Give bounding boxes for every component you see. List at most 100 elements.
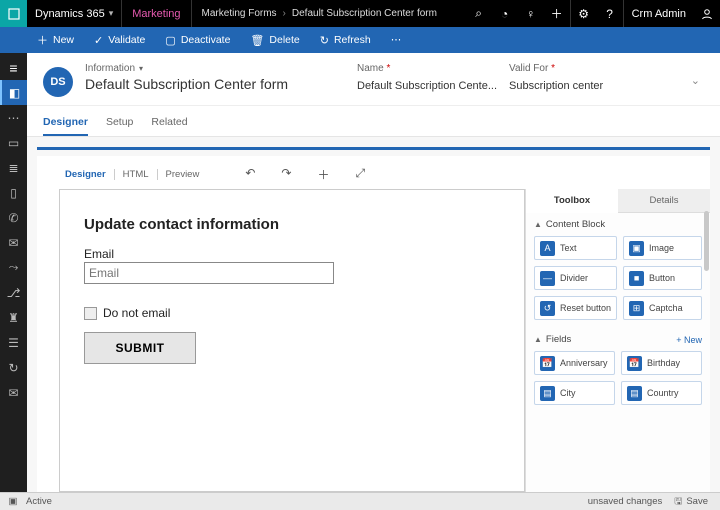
checkbox-icon: [84, 307, 97, 320]
tool-label: Divider: [560, 273, 588, 283]
nav-item[interactable]: ↻: [0, 355, 27, 380]
unsaved-indicator: unsaved changes: [582, 496, 668, 507]
section-content-block[interactable]: ▲Content Block: [526, 213, 710, 232]
field-country[interactable]: ▤ Country: [621, 381, 702, 405]
chevron-down-icon: ▾: [109, 8, 114, 19]
more-commands[interactable]: ⋯: [381, 34, 414, 46]
tool-label: Text: [560, 243, 577, 253]
tool-label: Anniversary: [560, 358, 608, 368]
save-button[interactable]: 🖫Save: [668, 494, 714, 510]
nav-item[interactable]: ♜: [0, 305, 27, 330]
brand-label: Dynamics 365: [35, 8, 105, 20]
tool-button[interactable]: ■Button: [623, 266, 702, 290]
tool-label: Birthday: [647, 358, 680, 368]
tool-captcha[interactable]: ⊞ Captcha: [623, 296, 702, 320]
tool-label: Reset button: [560, 303, 611, 313]
nav-item[interactable]: ✉: [0, 380, 27, 405]
nav-item-more[interactable]: ⋯: [0, 105, 27, 130]
email-field[interactable]: [84, 262, 334, 284]
nav-item[interactable]: ✉: [0, 230, 27, 255]
undo-icon[interactable]: ↶: [245, 166, 255, 183]
app-launcher-tile[interactable]: [0, 0, 27, 27]
nav-item[interactable]: ⎇: [0, 280, 27, 305]
tool-icon: ■: [629, 271, 644, 286]
check-icon: ✓: [94, 34, 103, 47]
scrollbar-thumb[interactable]: [704, 211, 709, 271]
tool-label: Country: [647, 388, 679, 398]
field-label-validfor: Valid For *: [509, 63, 639, 74]
field-label-name: Name *: [357, 63, 497, 74]
tool-icon: —: [540, 271, 555, 286]
breadcrumb-item[interactable]: Default Subscription Center form: [292, 8, 437, 19]
refresh-button[interactable]: ↻Refresh: [310, 27, 381, 53]
tab-related[interactable]: Related: [151, 112, 187, 136]
add-element-icon[interactable]: ＋: [317, 166, 329, 183]
form-heading: Update contact information: [84, 216, 500, 233]
tool-label: Image: [649, 243, 674, 253]
tool-icon: ↺: [540, 301, 555, 316]
nav-item[interactable]: ▯: [0, 180, 27, 205]
panel-tab-details[interactable]: Details: [618, 189, 710, 213]
user-name[interactable]: Crm Admin: [624, 8, 694, 20]
tool-divider[interactable]: — Divider: [534, 266, 617, 290]
new-button[interactable]: ＋New: [27, 27, 84, 53]
tab-setup[interactable]: Setup: [106, 112, 133, 136]
fullscreen-icon[interactable]: ⤢: [355, 166, 365, 183]
add-icon[interactable]: ＋: [544, 0, 570, 27]
caret-down-icon: ▲: [534, 335, 542, 344]
validate-button[interactable]: ✓Validate: [84, 27, 155, 53]
avatar: DS: [43, 67, 73, 97]
task-icon[interactable]: ◔: [492, 0, 518, 27]
brand-dropdown[interactable]: Dynamics 365 ▾: [27, 8, 121, 20]
form-type-dropdown[interactable]: Information ▾: [85, 63, 345, 74]
deactivate-button[interactable]: ▢Deactivate: [155, 27, 240, 53]
nav-item[interactable]: ≣: [0, 155, 27, 180]
tool-icon: ▣: [629, 241, 644, 256]
checkbox-label: Do not email: [103, 306, 170, 320]
tool-icon: ▤: [627, 386, 642, 401]
tool-reset-button[interactable]: ↺ Reset button: [534, 296, 617, 320]
field-birthday[interactable]: 📅Birthday: [621, 351, 702, 375]
panel-tab-toolbox[interactable]: Toolbox: [526, 189, 618, 213]
submit-button[interactable]: SUBMIT: [84, 332, 196, 364]
delete-button[interactable]: 🗑Delete: [240, 27, 309, 53]
section-fields[interactable]: ▲Fields + New: [526, 328, 710, 347]
page-title: Default Subscription Center form: [85, 76, 345, 92]
tool-label: Captcha: [649, 303, 683, 313]
subtab-designer[interactable]: Designer: [59, 167, 112, 182]
tool-icon: ⊞: [629, 301, 644, 316]
avatar-icon[interactable]: [694, 0, 720, 27]
breadcrumb-item[interactable]: Marketing Forms: [202, 8, 277, 19]
subtab-html[interactable]: HTML: [117, 167, 155, 182]
add-new-field[interactable]: + New: [676, 335, 702, 345]
do-not-email-checkbox[interactable]: Do not email: [84, 306, 500, 320]
nav-menu-icon[interactable]: ≡: [0, 55, 27, 80]
tab-designer[interactable]: Designer: [43, 112, 88, 136]
light-icon[interactable]: ♀: [518, 0, 544, 27]
email-label: Email: [84, 247, 500, 261]
tool-text[interactable]: A Text: [534, 236, 617, 260]
search-icon[interactable]: ⌕: [466, 0, 492, 27]
nav-item[interactable]: ▭: [0, 130, 27, 155]
nav-item[interactable]: ☰: [0, 330, 27, 355]
status-icon[interactable]: ▣: [6, 496, 20, 507]
gear-icon[interactable]: ⚙: [571, 0, 597, 27]
redo-icon[interactable]: ↷: [281, 166, 291, 183]
save-icon: 🖫: [674, 494, 682, 510]
subtab-preview[interactable]: Preview: [160, 167, 206, 182]
nav-item[interactable]: ✆: [0, 205, 27, 230]
nav-item[interactable]: ⤳: [0, 255, 27, 280]
design-canvas[interactable]: Update contact information Email Do not …: [59, 189, 525, 492]
tool-image[interactable]: ▣ Image: [623, 236, 702, 260]
field-anniversary[interactable]: 📅Anniversary: [534, 351, 615, 375]
field-value-name[interactable]: Default Subscription Cente...: [357, 80, 497, 92]
app-name[interactable]: Marketing: [122, 8, 190, 20]
field-value-validfor[interactable]: Subscription center: [509, 80, 639, 92]
tool-icon: ▤: [540, 386, 555, 401]
field-city[interactable]: ▤City: [534, 381, 615, 405]
breadcrumb-separator: ›: [283, 8, 286, 19]
nav-item[interactable]: ◧: [0, 80, 27, 105]
help-icon[interactable]: ?: [597, 0, 623, 27]
expand-header-icon[interactable]: ⌄: [687, 70, 704, 91]
tool-icon: A: [540, 241, 555, 256]
